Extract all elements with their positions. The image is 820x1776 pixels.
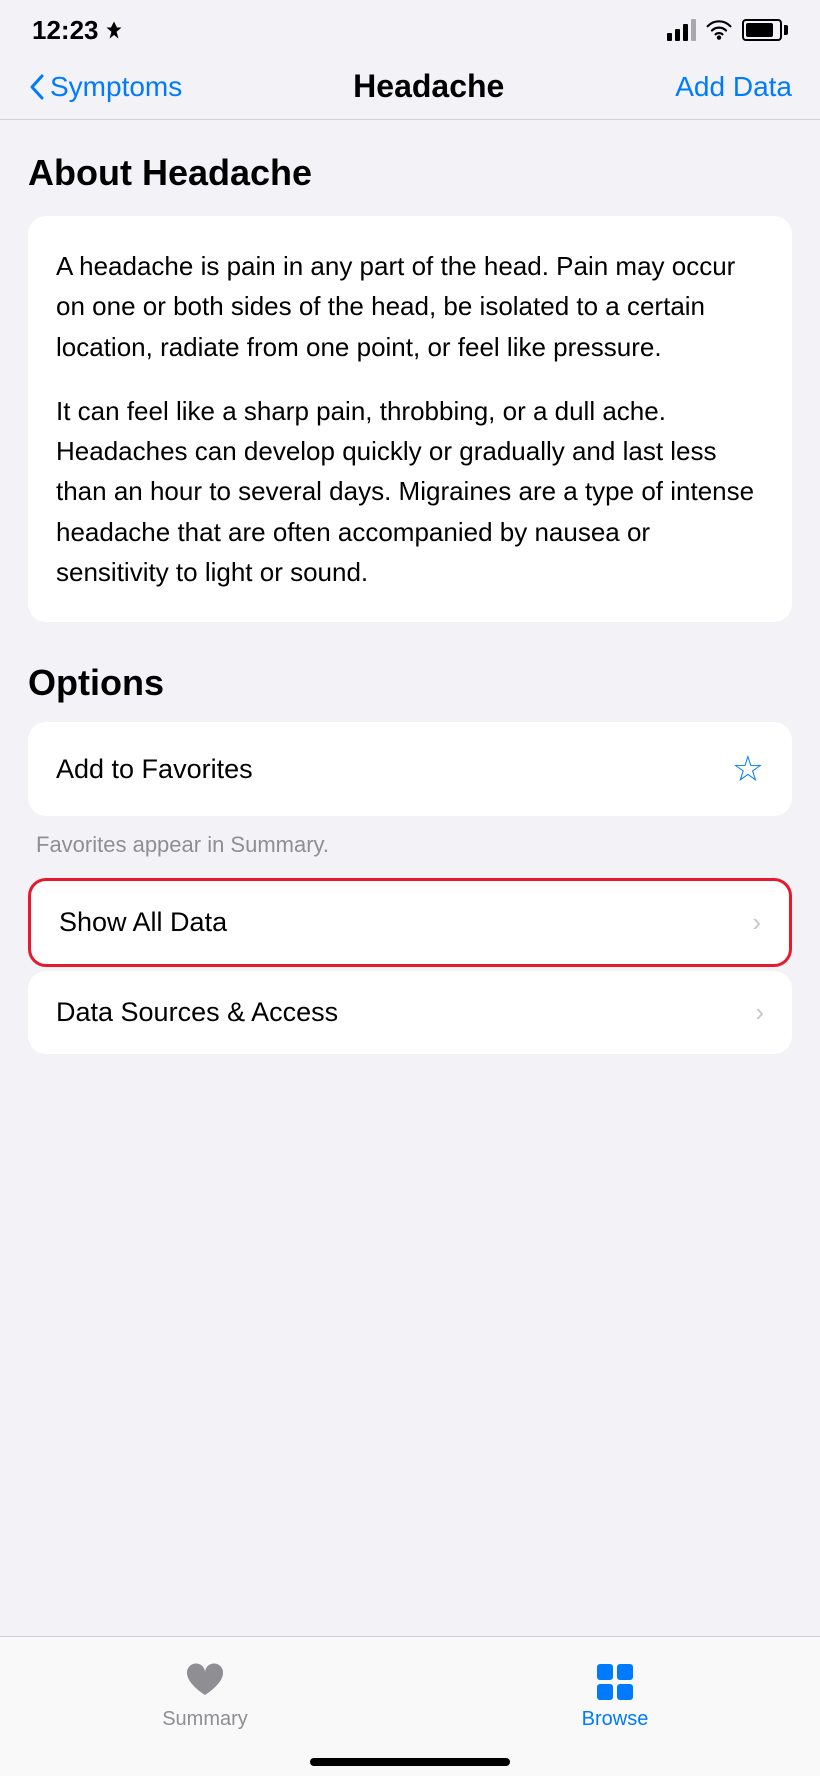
tab-summary[interactable]: Summary bbox=[0, 1660, 410, 1731]
data-sources-card[interactable]: Data Sources & Access › bbox=[28, 971, 792, 1054]
add-to-favorites-label: Add to Favorites bbox=[56, 754, 253, 785]
data-sources-label: Data Sources & Access bbox=[56, 997, 338, 1028]
back-button[interactable]: Symptoms bbox=[28, 71, 182, 103]
options-heading: Options bbox=[28, 662, 792, 704]
add-to-favorites-row[interactable]: Add to Favorites ☆ bbox=[28, 722, 792, 816]
chevron-left-icon bbox=[28, 73, 46, 101]
status-icons bbox=[667, 19, 788, 41]
summary-label: Summary bbox=[162, 1708, 248, 1731]
status-bar: 12:23 bbox=[0, 0, 820, 54]
time-display: 12:23 bbox=[32, 15, 99, 46]
show-all-data-card[interactable]: Show All Data › bbox=[28, 878, 792, 967]
browse-label: Browse bbox=[582, 1708, 649, 1731]
chevron-right-icon-2: › bbox=[755, 997, 764, 1028]
about-card: A headache is pain in any part of the he… bbox=[28, 216, 792, 622]
about-paragraph-2: It can feel like a sharp pain, throbbing… bbox=[56, 391, 764, 592]
about-paragraph-1: A headache is pain in any part of the he… bbox=[56, 246, 764, 367]
about-heading: About Headache bbox=[28, 152, 792, 194]
star-icon: ☆ bbox=[732, 748, 764, 790]
nav-bar: Symptoms Headache Add Data bbox=[0, 54, 820, 120]
add-to-favorites-card[interactable]: Add to Favorites ☆ bbox=[28, 722, 792, 816]
options-section: Options Add to Favorites ☆ Favorites app… bbox=[28, 662, 792, 1054]
browse-icon bbox=[593, 1660, 637, 1700]
page-title: Headache bbox=[353, 68, 504, 105]
favorites-hint: Favorites appear in Summary. bbox=[28, 822, 792, 878]
add-data-button[interactable]: Add Data bbox=[675, 71, 792, 103]
show-all-data-row[interactable]: Show All Data › bbox=[31, 881, 789, 964]
show-all-data-label: Show All Data bbox=[59, 907, 227, 938]
chevron-right-icon: › bbox=[752, 907, 761, 938]
location-icon bbox=[105, 21, 123, 39]
tab-browse[interactable]: Browse bbox=[410, 1660, 820, 1731]
tab-bar: Summary Browse bbox=[0, 1636, 820, 1776]
wifi-icon bbox=[706, 20, 732, 40]
main-content: About Headache A headache is pain in any… bbox=[0, 120, 820, 1246]
data-sources-row[interactable]: Data Sources & Access › bbox=[28, 971, 792, 1054]
status-time: 12:23 bbox=[32, 15, 123, 46]
heart-icon bbox=[183, 1660, 227, 1700]
battery-icon bbox=[742, 19, 788, 41]
back-label: Symptoms bbox=[50, 71, 182, 103]
signal-icon bbox=[667, 19, 696, 41]
home-indicator bbox=[310, 1758, 510, 1766]
